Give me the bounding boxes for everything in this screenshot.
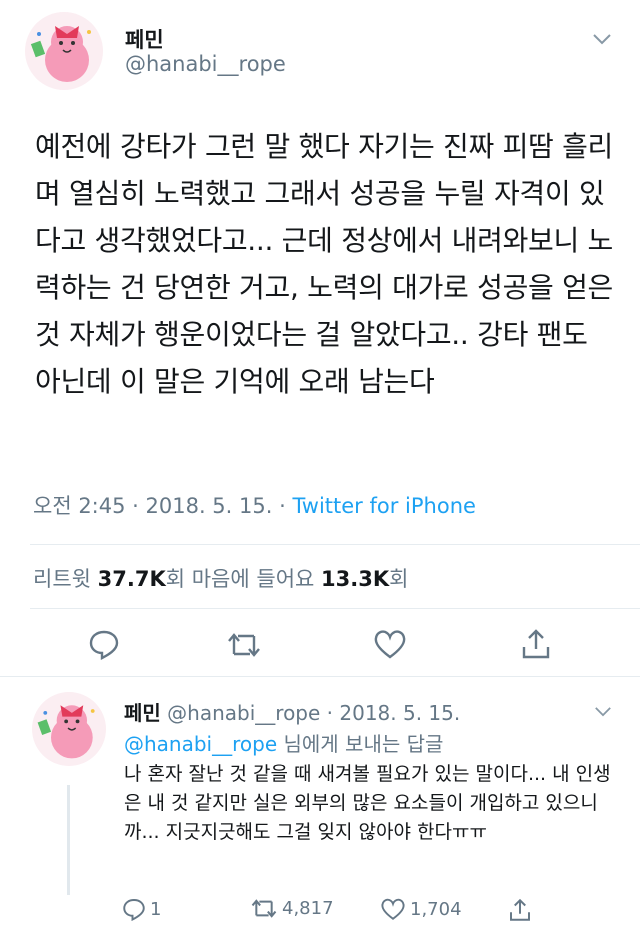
reply-retweet-button[interactable]: 4,817: [250, 897, 334, 920]
retweet-icon[interactable]: [226, 630, 262, 664]
retweets-suffix: 회: [165, 567, 186, 591]
display-name[interactable]: 페민: [125, 24, 164, 54]
like-icon: [381, 898, 405, 920]
likes-suffix: 회: [389, 567, 409, 591]
reply-avatar[interactable]: [32, 692, 106, 766]
chevron-down-icon[interactable]: [594, 702, 612, 721]
reply-display-name[interactable]: 페민: [124, 701, 161, 725]
chevron-down-icon[interactable]: [592, 30, 612, 49]
retweets-label: 리트윗: [33, 567, 98, 591]
reply-avatar-image: [32, 692, 106, 766]
reply-share-button[interactable]: [508, 897, 532, 923]
divider: [30, 608, 640, 609]
divider: [0, 676, 640, 677]
share-icon[interactable]: [520, 627, 552, 665]
retweets-count[interactable]: 37.7K: [98, 567, 166, 591]
like-icon[interactable]: [373, 628, 407, 664]
reply-icon[interactable]: [88, 628, 120, 664]
reply-mention-link[interactable]: @hanabi__rope: [124, 732, 277, 756]
reply-like-button[interactable]: 1,704: [380, 897, 462, 921]
engagement-stats: 리트윗 37.7K회 마음에 들어요 13.3K회: [33, 563, 408, 593]
reply-header[interactable]: 페민 @hanabi__rope · 2018. 5. 15.: [124, 697, 460, 726]
tweet-source-link[interactable]: Twitter for iPhone: [292, 494, 476, 518]
user-handle[interactable]: @hanabi__rope: [125, 52, 286, 76]
likes-count[interactable]: 13.3K: [321, 567, 389, 591]
tweet-text: 예전에 강타가 그런 말 했다 자기는 진짜 피땀 흘리며 열심히 노력했고 그…: [35, 130, 614, 398]
tweet-timestamp: 오전 2:45 · 2018. 5. 15. · Twitter for iPh…: [33, 490, 476, 520]
avatar-image: [25, 12, 103, 90]
retweet-icon: [251, 899, 277, 918]
reply-to-line: @hanabi__rope 님에게 보내는 답글: [124, 728, 443, 757]
avatar[interactable]: [25, 12, 103, 90]
reply-count: 1: [150, 898, 162, 920]
reply-reply-button[interactable]: 1: [122, 897, 161, 921]
reply-to-suffix: 님에게 보내는 답글: [277, 732, 444, 756]
reply-icon: [123, 899, 145, 921]
retweet-count: 4,817: [282, 898, 334, 919]
like-count: 1,704: [410, 898, 462, 920]
share-icon: [510, 898, 530, 921]
divider: [30, 544, 640, 545]
reply-text: 나 혼자 잘난 것 같을 때 새겨볼 필요가 있는 말이다... 내 인생은 내…: [124, 763, 611, 843]
tweet-time: 오전 2:45 · 2018. 5. 15. ·: [33, 494, 293, 518]
reply-meta: @hanabi__rope · 2018. 5. 15.: [160, 701, 461, 725]
thread-line: [67, 785, 70, 895]
likes-label: 마음에 들어요: [185, 567, 322, 591]
